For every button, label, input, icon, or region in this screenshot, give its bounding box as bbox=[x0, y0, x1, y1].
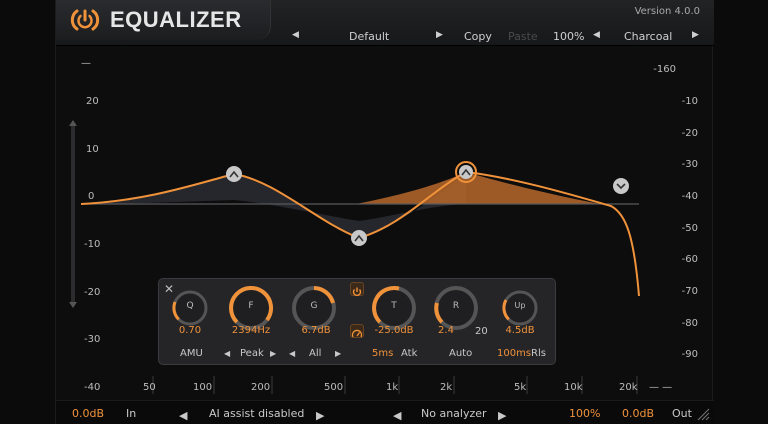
copy-button[interactable]: Copy bbox=[464, 30, 492, 43]
auto-toggle[interactable]: Auto bbox=[449, 348, 472, 359]
right-scale-label: -50 bbox=[681, 223, 698, 234]
channel-prev-arrow-icon[interactable]: ◀ bbox=[289, 349, 295, 358]
band-dynamics-button[interactable] bbox=[350, 324, 364, 338]
shape-selector[interactable]: Peak bbox=[240, 348, 264, 359]
zoom-selector[interactable]: 100% bbox=[553, 30, 584, 43]
ratio-value[interactable]: 2.4 bbox=[416, 325, 476, 336]
threshold-value[interactable]: -25.0dB bbox=[364, 325, 424, 336]
left-scale-label: 0 bbox=[88, 191, 95, 202]
attack-value[interactable]: 5ms bbox=[372, 348, 393, 359]
input-meter-track bbox=[71, 124, 75, 304]
right-scale-label: -90 bbox=[681, 349, 698, 360]
right-scale-label: -20 bbox=[681, 128, 698, 139]
theme-selector[interactable]: Charcoal bbox=[624, 30, 672, 43]
band-fill-selected bbox=[356, 172, 601, 204]
analyzer-next-arrow-icon[interactable]: ▶ bbox=[498, 409, 506, 422]
frequency-value[interactable]: 2394Hz bbox=[221, 325, 281, 336]
title-tab: EQUALIZER bbox=[56, 0, 271, 40]
channel-next-arrow-icon[interactable]: ▶ bbox=[335, 349, 341, 358]
ai-prev-arrow-icon[interactable]: ◀ bbox=[179, 409, 187, 422]
right-scale-label: -40 bbox=[681, 191, 698, 202]
band-node-4[interactable] bbox=[613, 178, 629, 194]
band-node-3-selected[interactable] bbox=[455, 161, 477, 183]
channel-selector[interactable]: All bbox=[309, 348, 321, 359]
freq-label: 5k bbox=[514, 382, 527, 393]
release-label: Rls bbox=[531, 348, 546, 359]
equalizer-window: EQUALIZER Version 4.0.0 ◀ Default ▶ Copy… bbox=[55, 0, 714, 424]
left-scale-label: -40 bbox=[84, 382, 101, 393]
mode-selector[interactable]: AMU bbox=[180, 348, 203, 359]
upward-value[interactable]: 4.5dB bbox=[490, 325, 550, 336]
band-node-2[interactable] bbox=[351, 230, 367, 246]
freq-label: 50 bbox=[143, 382, 156, 393]
band-node-1[interactable] bbox=[226, 166, 242, 182]
ratio-max-label: 20 bbox=[475, 326, 488, 337]
left-scale-label: 20 bbox=[86, 96, 99, 107]
shape-next-arrow-icon[interactable]: ▶ bbox=[270, 349, 276, 358]
freq-label: 100 bbox=[193, 382, 213, 393]
analyzer-prev-arrow-icon[interactable]: ◀ bbox=[393, 409, 401, 422]
preset-prev-arrow-icon[interactable]: ◀ bbox=[292, 30, 299, 40]
freq-label: 500 bbox=[324, 382, 344, 393]
left-scale-dash: — bbox=[81, 58, 91, 69]
preset-next-arrow-icon[interactable]: ▶ bbox=[436, 30, 443, 40]
q-knob-label: Q bbox=[186, 301, 194, 311]
right-scale-label: -70 bbox=[681, 286, 698, 297]
band-control-panel: ✕ Q 0.70 F 2394Hz G 6.7dB T -25.0dB R 2.… bbox=[158, 278, 556, 365]
left-scale-label: -30 bbox=[84, 334, 101, 345]
ai-assist-selector[interactable]: AI assist disabled bbox=[209, 407, 304, 420]
freq-label: 10k bbox=[564, 382, 583, 393]
upward-knob-label: Up bbox=[514, 301, 526, 310]
left-scale-label: -20 bbox=[84, 287, 101, 298]
q-value[interactable]: 0.70 bbox=[160, 325, 220, 336]
resize-grip-icon[interactable] bbox=[696, 407, 710, 421]
gain-knob-label: G bbox=[310, 301, 318, 311]
band-power-button[interactable] bbox=[350, 282, 364, 297]
output-gain-value[interactable]: 0.0dB bbox=[622, 407, 654, 420]
theme-next-arrow-icon[interactable]: ▶ bbox=[692, 30, 699, 40]
freq-label: 20k bbox=[619, 382, 638, 393]
input-label: In bbox=[126, 407, 137, 420]
theme-prev-arrow-icon[interactable]: ◀ bbox=[593, 30, 600, 40]
input-gain-value[interactable]: 0.0dB bbox=[72, 407, 104, 420]
freq-label: 200 bbox=[251, 382, 271, 393]
left-scale-label: -10 bbox=[84, 239, 101, 250]
app-title: EQUALIZER bbox=[110, 7, 242, 32]
band-fill-dark bbox=[81, 174, 466, 238]
attack-label: Atk bbox=[401, 348, 418, 359]
right-scale-label: -60 bbox=[681, 254, 698, 265]
right-scale-dash: — — bbox=[649, 382, 673, 393]
analyzer-selector[interactable]: No analyzer bbox=[421, 407, 487, 420]
right-scale-label: -160 bbox=[653, 64, 676, 75]
right-scale-label: -30 bbox=[681, 159, 698, 170]
gain-value[interactable]: 6.7dB bbox=[286, 325, 346, 336]
left-scale-label: 10 bbox=[86, 144, 99, 155]
power-icon bbox=[352, 287, 362, 297]
freq-label: 1k bbox=[386, 382, 399, 393]
footer-bar: 0.0dB In ◀ AI assist disabled ▶ ◀ No ana… bbox=[56, 400, 714, 424]
paste-button[interactable]: Paste bbox=[508, 30, 538, 43]
frequency-knob-label: F bbox=[248, 301, 254, 311]
output-label: Out bbox=[672, 407, 692, 420]
right-scale-label: -10 bbox=[681, 96, 698, 107]
gauge-icon bbox=[351, 329, 363, 338]
version-label: Version 4.0.0 bbox=[634, 6, 700, 17]
shape-prev-arrow-icon[interactable]: ◀ bbox=[224, 349, 230, 358]
ai-next-arrow-icon[interactable]: ▶ bbox=[316, 409, 324, 422]
threshold-knob-label: T bbox=[391, 301, 397, 311]
power-logo-icon bbox=[70, 9, 100, 31]
header-bar: EQUALIZER Version 4.0.0 ◀ Default ▶ Copy… bbox=[56, 0, 714, 46]
meter-top-arrow-icon bbox=[69, 120, 77, 126]
release-value[interactable]: 100ms bbox=[497, 348, 531, 359]
ratio-knob-label: R bbox=[452, 301, 460, 311]
mix-value[interactable]: 100% bbox=[569, 407, 600, 420]
meter-bottom-arrow-icon bbox=[69, 302, 77, 308]
freq-label: 2k bbox=[440, 382, 453, 393]
preset-selector[interactable]: Default bbox=[349, 30, 389, 43]
right-scale-label: -80 bbox=[681, 318, 698, 329]
